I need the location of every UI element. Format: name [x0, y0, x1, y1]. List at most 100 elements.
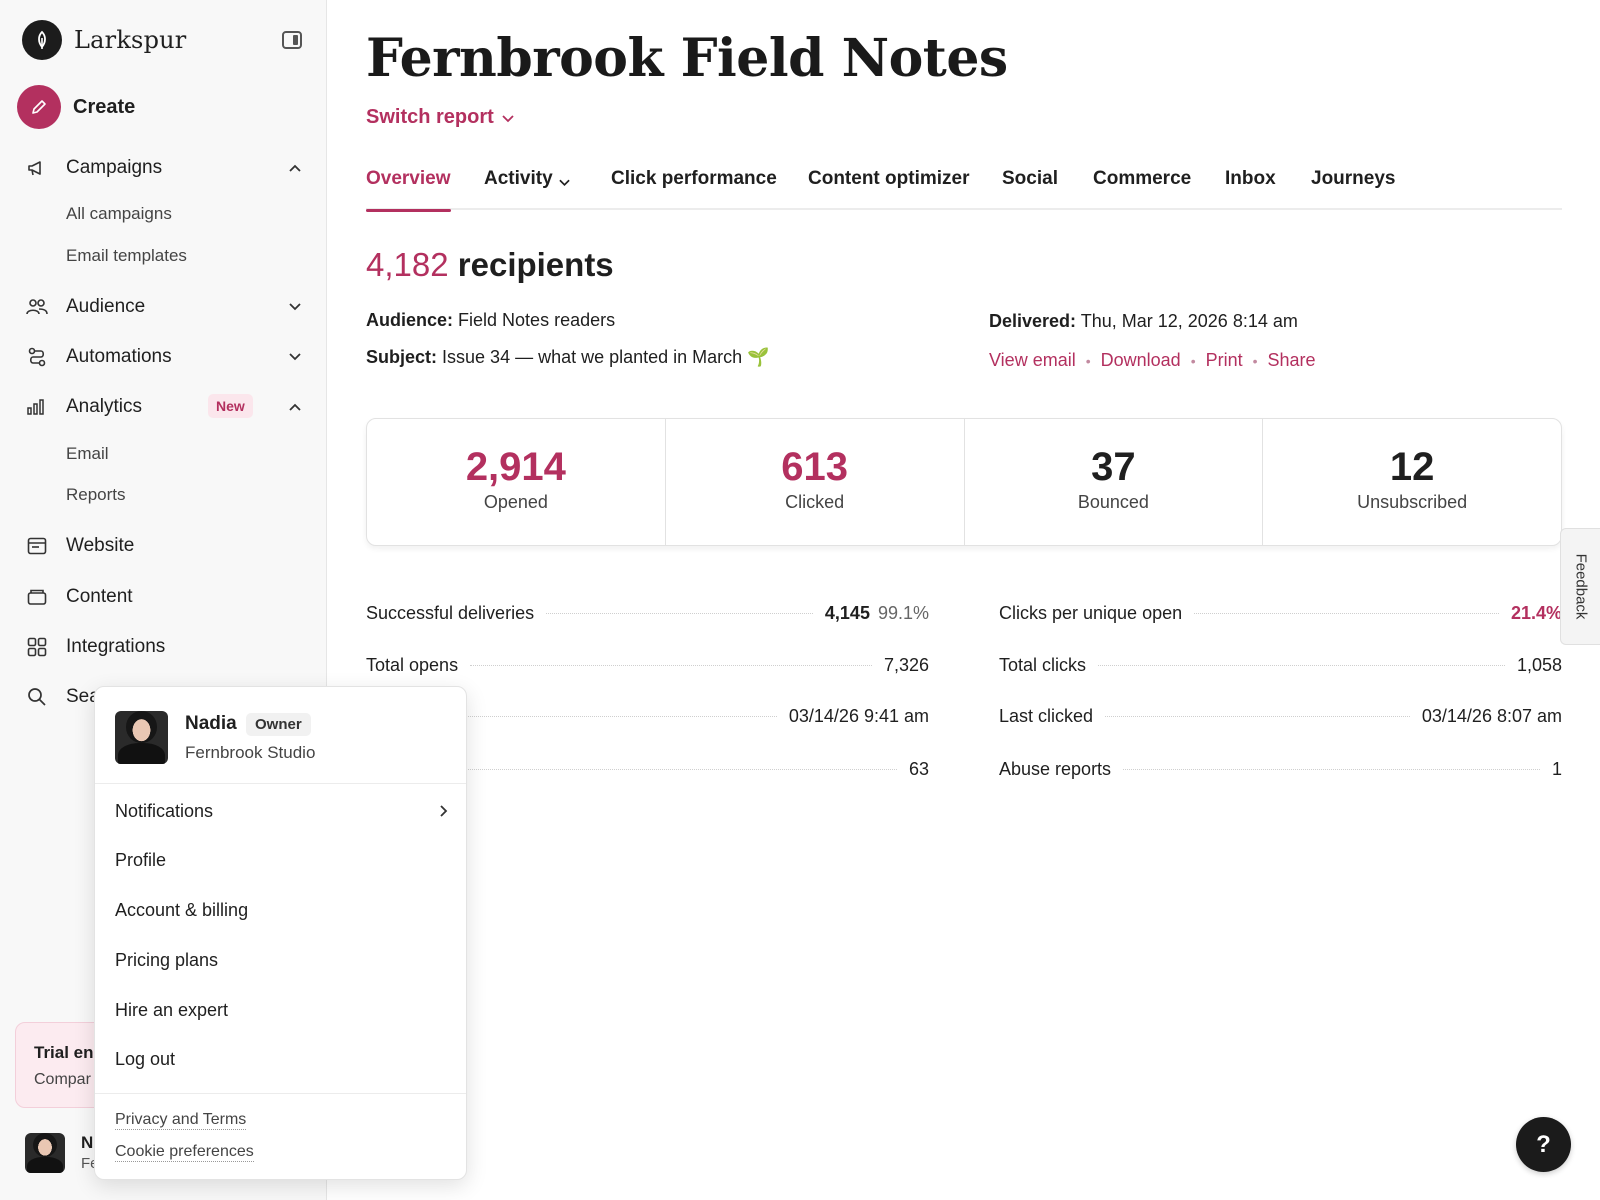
privacy-terms-link[interactable]: Privacy and Terms — [115, 1111, 247, 1130]
menu-item-label: Log out — [115, 1049, 176, 1069]
recipients-count: 4,182 — [366, 246, 449, 283]
chevron-down-icon[interactable] — [284, 346, 306, 368]
account-org: Fernbrook Studio — [185, 743, 316, 762]
detail-label: Clicks per unique open — [999, 602, 1183, 623]
sidebar-item-content[interactable]: Content — [26, 583, 306, 611]
help-button[interactable]: ? — [1516, 1117, 1571, 1172]
detail-label: Last clicked — [999, 705, 1094, 726]
view-email-link[interactable]: View email — [989, 350, 1076, 371]
role-badge: Owner — [246, 713, 311, 736]
chevron-down-icon[interactable] — [284, 296, 306, 318]
sidebar-subitem-email-templates[interactable]: Email templates — [66, 246, 187, 266]
menu-item-label: Profile — [115, 850, 167, 870]
sidebar-item-website[interactable]: Website — [26, 532, 306, 560]
create-button[interactable]: Create — [17, 85, 135, 129]
stat-value: 12 — [1389, 445, 1435, 489]
chevron-up-icon[interactable] — [284, 396, 306, 418]
megaphone-icon — [26, 157, 48, 179]
menu-item-hire-expert[interactable]: Hire an expert — [115, 1000, 448, 1021]
brand[interactable]: Larkspur — [22, 20, 186, 60]
people-icon — [26, 296, 48, 318]
sidebar-item-label: Campaigns — [66, 157, 163, 178]
tab-journeys[interactable]: Journeys — [1311, 168, 1395, 210]
tab-commerce[interactable]: Commerce — [1093, 168, 1191, 210]
menu-item-label: Account & billing — [115, 900, 249, 920]
tab-label: Click performance — [611, 168, 777, 189]
stat-value: 613 — [781, 445, 848, 489]
stat-opened[interactable]: 2,914 Opened — [367, 419, 666, 545]
menu-item-notifications[interactable]: Notifications — [115, 801, 448, 822]
avatar — [25, 1133, 65, 1173]
recipients-word: recipients — [457, 246, 614, 283]
account-menu-header: Nadia Owner Fernbrook Studio — [95, 687, 466, 784]
print-link[interactable]: Print — [1206, 350, 1243, 371]
tab-activity[interactable]: Activity — [484, 168, 570, 210]
audience-label: Audience: — [366, 310, 454, 330]
grid-apps-icon — [26, 636, 48, 658]
sidebar-item-label: Content — [66, 586, 133, 607]
detail-value: 63 — [908, 758, 929, 779]
trial-title: Trial en — [34, 1043, 94, 1062]
menu-item-profile[interactable]: Profile — [115, 850, 448, 871]
browser-window-icon — [26, 535, 48, 557]
subject-line: Subject: Issue 34 — what we planted in M… — [366, 347, 770, 368]
sidebar-item-label: Analytics — [66, 396, 143, 417]
sidebar-item-label: Website — [66, 535, 135, 556]
cookie-preferences-link[interactable]: Cookie preferences — [115, 1143, 254, 1162]
detail-value-number: 4,145 — [824, 602, 870, 623]
share-link[interactable]: Share — [1268, 350, 1316, 371]
stat-clicked[interactable]: 613 Clicked — [666, 419, 965, 545]
menu-item-label: Pricing plans — [115, 950, 219, 970]
chevron-up-icon[interactable] — [284, 157, 306, 179]
trial-subtitle: Compar — [34, 1071, 91, 1088]
sidebar-item-analytics[interactable]: Analytics New — [26, 393, 306, 421]
sidebar-subitem-reports[interactable]: Reports — [66, 485, 126, 505]
stat-bounced[interactable]: 37 Bounced — [965, 419, 1264, 545]
tab-inbox[interactable]: Inbox — [1225, 168, 1276, 210]
new-badge: New — [208, 394, 253, 418]
menu-item-pricing-plans[interactable]: Pricing plans — [115, 950, 448, 971]
sidebar-item-audience[interactable]: Audience — [26, 293, 306, 321]
menu-item-log-out[interactable]: Log out — [115, 1049, 448, 1070]
tab-social[interactable]: Social — [1002, 168, 1058, 210]
separator-dot: • — [1085, 352, 1091, 369]
tab-overview[interactable]: Overview — [366, 168, 451, 212]
detail-label: Total opens — [366, 654, 459, 675]
tab-label: Journeys — [1311, 168, 1396, 189]
dotted-leader — [1105, 715, 1410, 717]
tab-label: Activity — [484, 168, 553, 189]
sidebar-item-campaigns[interactable]: Campaigns — [26, 154, 306, 182]
menu-item-label: Hire an expert — [115, 1000, 229, 1020]
tab-content-optimizer[interactable]: Content optimizer — [808, 168, 970, 210]
stat-unsubscribed[interactable]: 12 Unsubscribed — [1263, 419, 1561, 545]
sidebar-toggle-icon[interactable] — [282, 31, 302, 49]
stat-label: Opened — [483, 492, 548, 512]
sidebar-item-label: Integrations — [66, 636, 166, 657]
detail-row-total-clicks: Total clicks 1,058 — [999, 652, 1562, 678]
sidebar-subitem-all-campaigns[interactable]: All campaigns — [66, 204, 172, 224]
pencil-icon — [17, 85, 61, 129]
detail-value: 21.4% — [1510, 602, 1562, 623]
menu-item-account-billing[interactable]: Account & billing — [115, 900, 448, 921]
tab-click-performance[interactable]: Click performance — [611, 168, 777, 210]
tab-label: Social — [1002, 168, 1058, 189]
detail-row-clicks-per-unique-open: Clicks per unique open 21.4% — [999, 600, 1562, 626]
account-menu-trigger[interactable]: N Fe — [25, 1133, 99, 1173]
sidebar-item-label: Automations — [66, 346, 172, 367]
sidebar-subitem-email[interactable]: Email — [66, 444, 109, 464]
detail-row-abuse-reports: Abuse reports 1 — [999, 756, 1562, 782]
switch-report-button[interactable]: Switch report — [366, 106, 514, 129]
question-mark-icon: ? — [1536, 1130, 1551, 1158]
tab-label: Inbox — [1225, 168, 1276, 189]
sidebar-item-automations[interactable]: Automations — [26, 343, 306, 371]
feedback-tab[interactable]: Feedback — [1560, 528, 1600, 645]
folder-stack-icon — [26, 586, 48, 608]
brand-name: Larkspur — [74, 26, 187, 54]
delivered-line: Delivered: Thu, Mar 12, 2026 8:14 am — [989, 311, 1298, 332]
chevron-down-icon — [558, 171, 570, 193]
detail-value: 1 — [1551, 758, 1562, 779]
download-link[interactable]: Download — [1101, 350, 1181, 371]
larkspur-logo-icon — [22, 20, 62, 60]
audience-line: Audience: Field Notes readers — [366, 310, 615, 331]
sidebar-item-integrations[interactable]: Integrations — [26, 633, 306, 661]
